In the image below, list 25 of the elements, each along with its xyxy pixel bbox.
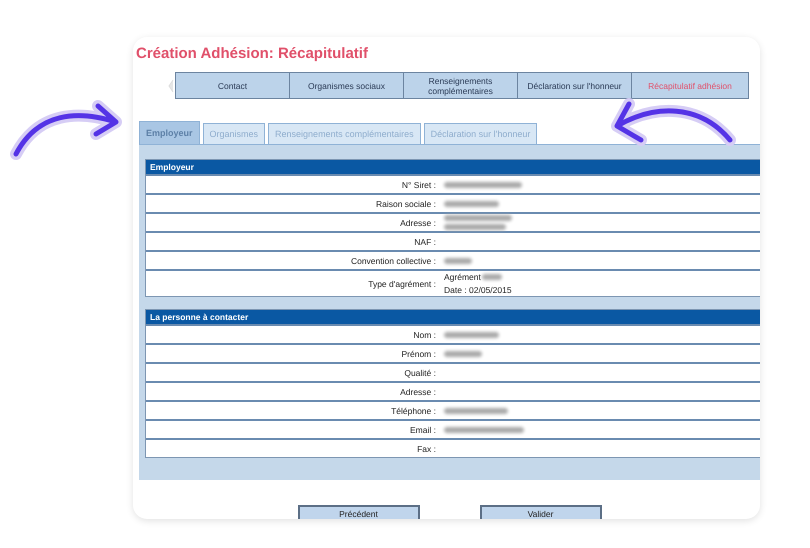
form-button[interactable]: Valider <box>480 505 602 519</box>
field-label: Téléphone : <box>390 406 437 416</box>
field-label: Prénom : <box>400 348 437 358</box>
field-value: Date : 02/05/2015 <box>444 285 512 295</box>
field-label: NAF : <box>413 236 437 246</box>
step-tab[interactable]: Contact <box>175 72 290 99</box>
step-tab[interactable]: Déclaration sur l'honneur <box>517 72 632 99</box>
field-label: Email : <box>409 424 437 434</box>
field-label: Convention collective : <box>350 256 437 266</box>
step-tab[interactable]: Renseignements complémentaires <box>403 72 518 99</box>
field-label: Raison sociale : <box>374 198 437 208</box>
scroll-left-icon[interactable] <box>167 78 175 94</box>
field-value: Agrément <box>444 272 481 282</box>
section-heading: Employeur <box>146 160 760 174</box>
field-label: Nom : <box>412 330 437 340</box>
field-label: Qualité : <box>403 368 437 378</box>
field-label: Type d'agrément : <box>367 278 437 288</box>
step-tab[interactable]: Organismes sociaux <box>289 72 404 99</box>
field-label: Adresse : <box>399 386 437 396</box>
page-title: Création Adhésion: Récapitulatif <box>136 45 369 62</box>
form-button[interactable]: Précédent <box>298 505 420 519</box>
field-label: Fax : <box>416 444 437 454</box>
field-label: Adresse : <box>399 218 437 228</box>
field-label: N° Siret : <box>400 180 437 190</box>
section-heading: La personne à contacter <box>146 310 760 324</box>
